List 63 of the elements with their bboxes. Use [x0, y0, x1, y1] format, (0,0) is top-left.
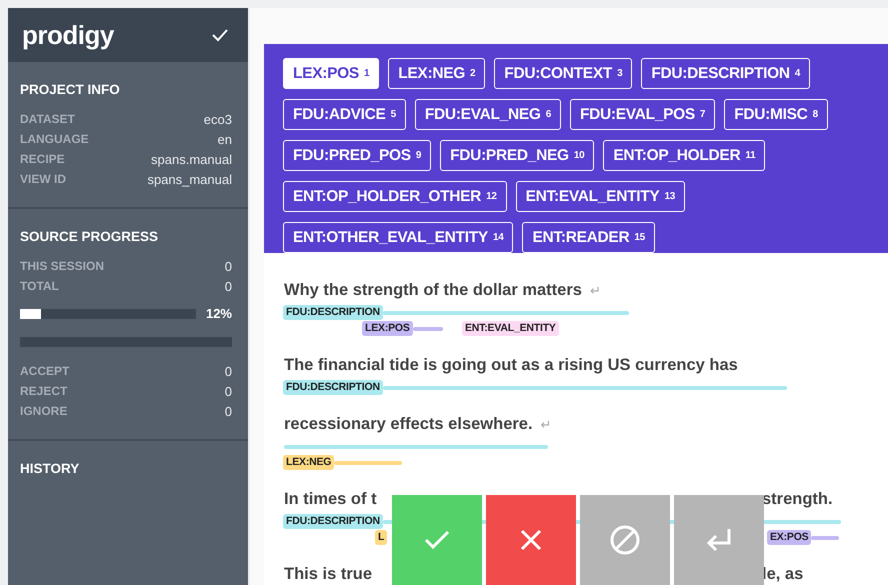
span-label[interactable]: EX:POS [767, 530, 812, 545]
info-label: DATASET [20, 112, 75, 126]
info-label: VIEW ID [20, 172, 66, 186]
document-text: In times of t [284, 490, 377, 508]
info-label: REJECT [20, 384, 68, 398]
span-label[interactable]: FDU:DESCRIPTION [283, 305, 383, 320]
label-option[interactable]: FDU:CONTEXT 3 [494, 58, 632, 89]
span-label[interactable]: LEX:POS [362, 321, 413, 336]
document-text: strength. [762, 490, 833, 508]
label-option[interactable]: FDU:EVAL_POS 7 [570, 99, 716, 130]
info-label: THIS SESSION [20, 259, 104, 273]
document-text: Why the strength of the dollar matters [284, 280, 582, 298]
label-option[interactable]: ENT:OTHER_EVAL_ENTITY 14 [283, 222, 514, 253]
span-label[interactable]: LEX:NEG [283, 455, 334, 470]
progress-percent: 12% [206, 306, 232, 321]
ignore-icon [608, 523, 642, 557]
info-value: en [218, 132, 232, 146]
span-label[interactable]: FDU:DESCRIPTION [283, 380, 383, 395]
accept-button[interactable] [392, 495, 482, 585]
info-value: 0 [224, 258, 232, 274]
return-mark: ↵ [540, 416, 552, 432]
span-underline [412, 326, 443, 330]
label-option[interactable]: FDU:PRED_NEG 10 [440, 140, 594, 171]
info-value: 0 [224, 384, 232, 398]
info-label: IGNORE [20, 404, 68, 418]
label-option[interactable]: ENT:OP_HOLDER 11 [603, 140, 766, 171]
span-label[interactable]: FDU:DESCRIPTION [283, 514, 383, 529]
label-option[interactable]: FDU:MISC 8 [724, 99, 828, 130]
label-option[interactable]: FDU:ADVICE 5 [283, 99, 406, 130]
label-option[interactable]: ENT:OP_HOLDER_OTHER 12 [283, 181, 507, 212]
info-value: 0 [224, 278, 232, 294]
span-underline [334, 460, 402, 464]
document-text: The financial tide is going out as a rising US currency has [284, 356, 738, 374]
section-title: PROJECT INFO [20, 82, 121, 97]
reject-button[interactable] [486, 495, 576, 585]
check-icon[interactable] [212, 28, 228, 42]
info-value: 0 [224, 364, 232, 378]
document-text: This is true [284, 564, 372, 582]
label-option[interactable]: LEX:NEG 2 [388, 58, 486, 89]
section-title: HISTORY [20, 461, 80, 476]
undo-button[interactable] [674, 495, 764, 585]
label-option[interactable]: FDU:PRED_POS 9 [283, 140, 432, 171]
info-value: spans_manual [147, 172, 232, 186]
info-label: ACCEPT [20, 364, 70, 378]
span-label[interactable]: ENT:EVAL_ENTITY [462, 321, 559, 336]
section-title: SOURCE PROGRESS [20, 229, 160, 244]
ignore-button[interactable] [580, 495, 670, 585]
span-underline [811, 536, 840, 540]
label-option[interactable]: LEX:POS 1 [283, 58, 380, 89]
return-mark: ↵ [590, 282, 601, 298]
info-value: eco3 [204, 112, 232, 126]
info-value: spans.manual [151, 152, 232, 166]
span-label[interactable]: L [375, 530, 388, 545]
label-option[interactable]: ENT:EVAL_ENTITY 13 [516, 181, 686, 212]
label-option[interactable]: FDU:DESCRIPTION 4 [641, 58, 810, 89]
document-text: recessionary effects elsewhere. [284, 414, 533, 432]
info-value: 0 [224, 404, 232, 418]
logo: prodigy [22, 20, 114, 50]
info-label: RECIPE [20, 152, 65, 166]
info-label: TOTAL [20, 279, 59, 293]
label-option[interactable]: FDU:EVAL_NEG 6 [414, 99, 561, 130]
info-label: LANGUAGE [20, 132, 89, 146]
label-option[interactable]: ENT:READER 15 [522, 222, 655, 253]
